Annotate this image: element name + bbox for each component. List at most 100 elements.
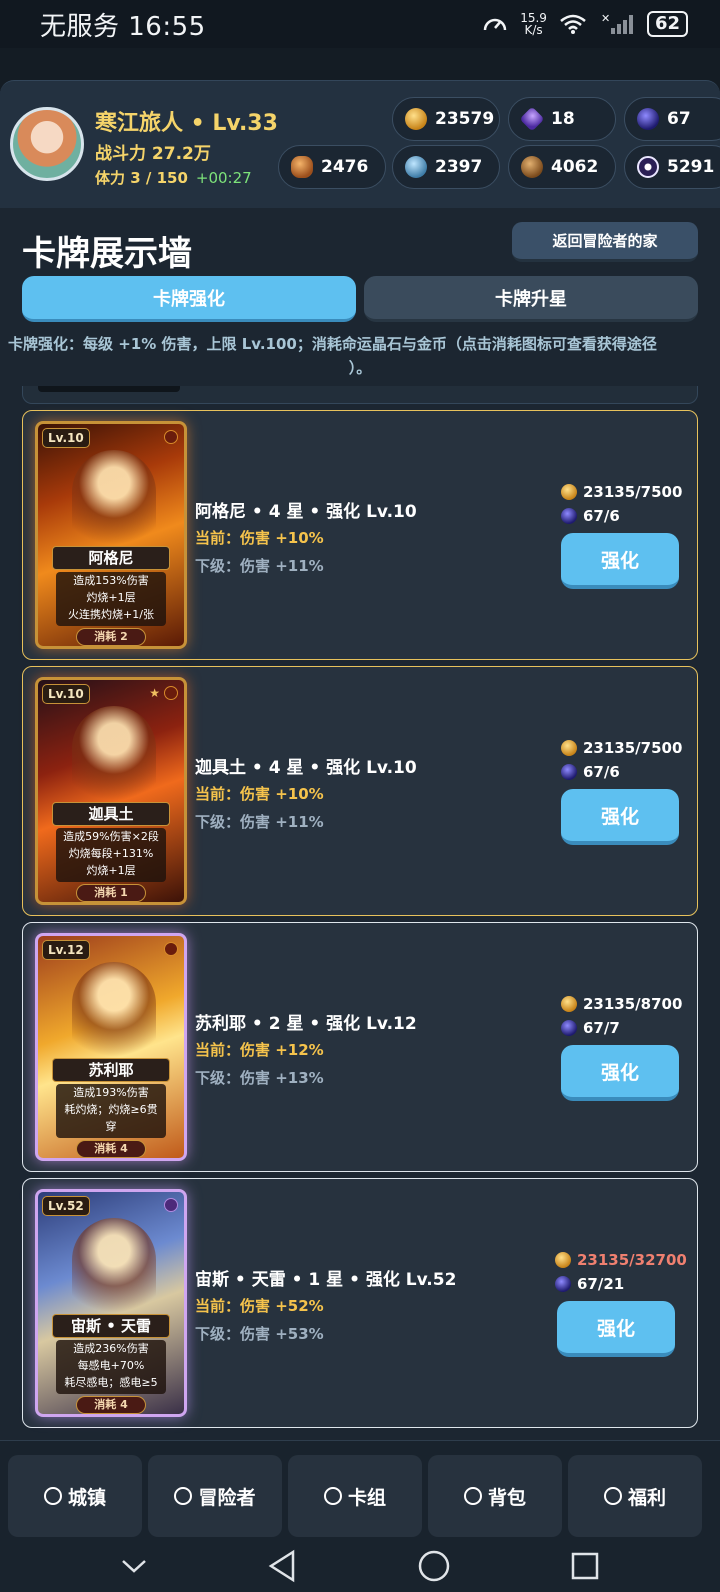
card-art[interactable]: Lv.10 ★ 迦具土 造成59%伤害×2段 灼烧每段+131% 灼烧+1层 消…	[35, 677, 187, 905]
resource-gold[interactable]: 23579	[392, 97, 500, 141]
player-name: 寒江旅人 • Lv.33	[95, 111, 278, 136]
next-bonus: 下级：伤害 +13%	[195, 1069, 324, 1087]
nav-label: 卡组	[347, 1486, 386, 1509]
tab-card-star-up[interactable]: 卡牌升星	[364, 276, 698, 322]
resource-crystal[interactable]: 2397	[392, 145, 500, 189]
gold-cost[interactable]: 23135/7500	[561, 739, 682, 757]
current-bonus: 当前：伤害 +12%	[195, 1041, 324, 1059]
nav-label: 城镇	[67, 1486, 106, 1509]
gold-coin-icon	[405, 108, 427, 130]
effect-line: 造成153%伤害	[73, 574, 149, 587]
card-figure	[72, 450, 156, 560]
tab-card-enhance[interactable]: 卡牌强化	[22, 276, 356, 322]
nav-adventurer[interactable]: 冒险者	[148, 1455, 282, 1537]
enhance-button[interactable]: 强化	[561, 789, 679, 845]
card-wall-panel: 卡牌展示墙 返回冒险者的家 卡牌强化 卡牌升星 卡牌强化：每级 +1% 伤害，上…	[0, 208, 720, 1456]
system-nav-bar	[0, 1540, 720, 1592]
card-cost-badge: 消耗 4	[76, 1140, 146, 1158]
scroll-indicator[interactable]	[38, 386, 180, 392]
orb-cost[interactable]: 67/6	[561, 507, 620, 525]
effect-line: 灼烧每段+131%	[68, 847, 154, 860]
nav-label: 冒险者	[198, 1486, 256, 1509]
gold-coin-icon[interactable]	[561, 996, 577, 1012]
card-art[interactable]: Lv.10 阿格尼 造成153%伤害 灼烧+1层 火连携灼烧+1/张 消耗 2	[35, 421, 187, 649]
gold-cost[interactable]: 23135/7500	[561, 483, 682, 501]
bread-icon	[291, 156, 313, 178]
card-row-agni: Lv.10 阿格尼 造成153%伤害 灼烧+1层 火连携灼烧+1/张 消耗 2 …	[22, 410, 698, 660]
recent-apps-icon[interactable]	[570, 1551, 600, 1581]
next-bonus: 下级：伤害 +11%	[195, 557, 324, 575]
resource-gem[interactable]: 18	[508, 97, 616, 141]
orb-cost[interactable]: 67/21	[555, 1275, 624, 1293]
back-triangle-icon[interactable]	[267, 1549, 297, 1583]
bread-amount: 2476	[321, 157, 369, 177]
gold-cost[interactable]: 23135/8700	[561, 995, 682, 1013]
fate-crystal-icon[interactable]	[555, 1276, 571, 1292]
circle-icon	[323, 1487, 342, 1505]
chevron-down-icon[interactable]	[120, 1557, 148, 1575]
gold-coin-icon[interactable]	[561, 484, 577, 500]
hint-line-1: 卡牌强化：每级 +1% 伤害，上限 Lv.100；消耗命运晶石与金币（点击消耗图…	[8, 335, 657, 353]
enhance-hint: 卡牌强化：每级 +1% 伤害，上限 Lv.100；消耗命运晶石与金币（点击消耗图…	[8, 332, 712, 380]
effect-line: 造成193%伤害	[73, 1086, 149, 1099]
card-row-kagutsuchi: Lv.10 ★ 迦具土 造成59%伤害×2段 灼烧每段+131% 灼烧+1层 消…	[22, 666, 698, 916]
bottom-nav: 城镇 冒险者 卡组 背包 福利	[0, 1440, 720, 1540]
effect-line: 火连携灼烧+1/张	[68, 608, 154, 621]
card-cost-badge: 消耗 4	[76, 1396, 146, 1414]
next-bonus: 下级：伤害 +53%	[195, 1325, 324, 1343]
gold-coin-icon[interactable]	[555, 1252, 571, 1268]
dark-amount: 5291	[667, 157, 715, 177]
orb-cost[interactable]: 67/6	[561, 763, 620, 781]
gold-cost-value: 23135/7500	[583, 739, 683, 757]
card-level-badge: Lv.10	[42, 684, 90, 704]
avatar[interactable]	[10, 107, 84, 181]
nav-label: 背包	[487, 1486, 526, 1509]
back-home-button[interactable]: 返回冒险者的家	[512, 222, 698, 262]
hint-line-2: ）。	[348, 359, 372, 377]
enhance-button[interactable]: 强化	[561, 533, 679, 589]
ice-crystal-icon	[405, 156, 427, 178]
nav-town[interactable]: 城镇	[8, 1455, 142, 1537]
orb-cost-value: 67/6	[583, 507, 620, 525]
orb-amount: 67	[667, 109, 691, 129]
home-circle-icon[interactable]	[417, 1549, 451, 1583]
speedometer-icon	[483, 18, 507, 31]
circle-icon	[43, 1487, 62, 1505]
card-name-plate: 宙斯 • 天雷	[52, 1314, 170, 1338]
combat-power: 战斗力 27.2万	[95, 144, 211, 164]
nav-deck[interactable]: 卡组	[288, 1455, 422, 1537]
orb-cost[interactable]: 67/7	[561, 1019, 620, 1037]
gold-cost-value-insufficient: 23135/32700	[577, 1251, 687, 1269]
net-speed-unit: K/s	[524, 23, 543, 37]
next-bonus: 下级：伤害 +11%	[195, 813, 324, 831]
card-art[interactable]: Lv.52 宙斯 • 天雷 造成236%伤害 每感电+70% 耗尽感电；感电≥5…	[35, 1189, 187, 1417]
fate-crystal-icon[interactable]	[561, 764, 577, 780]
card-cost-badge: 消耗 1	[76, 884, 146, 902]
status-time: 无服务 16:55	[40, 11, 206, 42]
circle-icon	[603, 1487, 622, 1505]
resource-dark[interactable]: 5291	[624, 145, 720, 189]
resource-bread[interactable]: 2476	[278, 145, 386, 189]
fate-crystal-icon[interactable]	[561, 1020, 577, 1036]
enhance-button[interactable]: 强化	[561, 1045, 679, 1101]
nav-backpack[interactable]: 背包	[428, 1455, 562, 1537]
gold-cost[interactable]: 23135/32700	[555, 1251, 687, 1269]
effect-line: 造成59%伤害×2段	[63, 830, 159, 843]
card-name-plate: 阿格尼	[52, 546, 170, 570]
gold-coin-icon[interactable]	[561, 740, 577, 756]
resource-wood[interactable]: 4062	[508, 145, 616, 189]
fate-crystal-icon[interactable]	[561, 508, 577, 524]
card-art[interactable]: Lv.12 苏利耶 造成193%伤害 耗灼烧；灼烧≥6贯 穿 消耗 4	[35, 933, 187, 1161]
nav-label: 福利	[627, 1486, 666, 1509]
nav-welfare[interactable]: 福利	[568, 1455, 702, 1537]
card-effect: 造成236%伤害 每感电+70% 耗尽感电；感电≥5	[56, 1340, 166, 1394]
card-title: 苏利耶 • 2 星 • 强化 Lv.12	[195, 1014, 417, 1034]
current-bonus: 当前：伤害 +52%	[195, 1297, 324, 1315]
enhance-button[interactable]: 强化	[557, 1301, 675, 1357]
resource-orb[interactable]: 67	[624, 97, 720, 141]
card-level-badge: Lv.10	[42, 428, 90, 448]
effect-line: 造成236%伤害	[73, 1342, 149, 1355]
current-bonus: 当前：伤害 +10%	[195, 785, 324, 803]
card-effect: 造成59%伤害×2段 灼烧每段+131% 灼烧+1层	[56, 828, 166, 882]
stamina-timer: +00:27	[195, 169, 252, 187]
